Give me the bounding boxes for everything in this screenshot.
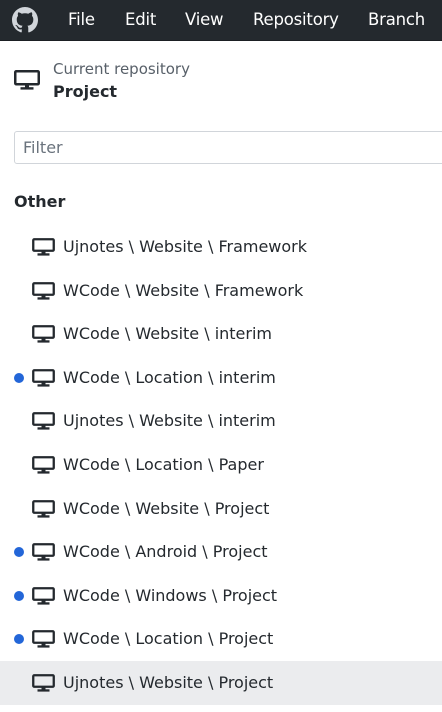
menu-view[interactable]: View — [185, 0, 224, 40]
repository-list-item[interactable]: Ujnotes \ Website \ interim — [0, 399, 442, 443]
repository-label: WCode \ Location \ Paper — [63, 454, 264, 474]
monitor-icon — [14, 70, 40, 90]
repository-label: WCode \ Android \ Project — [63, 542, 268, 562]
filter-input[interactable] — [14, 131, 442, 164]
current-repository-name: Project — [53, 82, 118, 101]
monitor-icon — [32, 238, 55, 256]
repository-label: WCode \ Website \ interim — [63, 324, 272, 344]
repository-list-item[interactable]: WCode \ Website \ interim — [0, 312, 442, 356]
monitor-icon — [32, 281, 55, 300]
menu-file[interactable]: File — [68, 0, 95, 40]
repository-label: Ujnotes \ Website \ interim — [63, 411, 276, 431]
section-heading-other: Other — [14, 192, 66, 211]
menu-branch[interactable]: Branch — [368, 0, 425, 40]
repository-list-item[interactable]: WCode \ Android \ Project — [0, 530, 442, 574]
monitor-icon — [32, 630, 55, 648]
changes-indicator-dot — [14, 372, 24, 383]
changes-indicator-dot — [14, 634, 24, 645]
repository-list-item[interactable]: WCode \ Location \ interim — [0, 356, 442, 400]
monitor-icon — [32, 499, 55, 518]
repository-label: WCode \ Website \ Project — [63, 498, 270, 518]
repository-list-item[interactable]: Ujnotes \ Website \ Framework — [0, 225, 442, 269]
repository-list-item[interactable]: WCode \ Website \ Project — [0, 487, 442, 531]
menu-bar: File Edit View Repository Branch — [0, 0, 442, 41]
repository-list-item[interactable]: WCode \ Location \ Project — [0, 617, 442, 661]
monitor-icon — [32, 325, 55, 343]
monitor-icon — [32, 412, 55, 430]
repository-list-item[interactable]: Ujnotes \ Website \ Project — [0, 660, 442, 705]
monitor-icon — [32, 543, 55, 561]
monitor-icon — [32, 456, 55, 474]
repository-list-item[interactable]: WCode \ Location \ Paper — [0, 443, 442, 487]
github-logo-icon[interactable] — [12, 7, 38, 33]
repository-label: WCode \ Location \ interim — [63, 367, 276, 387]
menu-repository[interactable]: Repository — [253, 0, 339, 40]
repository-label: WCode \ Website \ Framework — [63, 280, 304, 300]
repository-label: Ujnotes \ Website \ Project — [63, 672, 274, 692]
monitor-icon — [32, 368, 55, 387]
repository-list-item[interactable]: WCode \ Website \ Framework — [0, 269, 442, 313]
repository-label: WCode \ Windows \ Project — [63, 585, 278, 605]
menu-edit[interactable]: Edit — [125, 0, 156, 40]
current-repository-button[interactable]: Current repository Project — [0, 41, 442, 119]
repository-label: Ujnotes \ Website \ Framework — [63, 237, 308, 256]
repository-list-item[interactable]: WCode \ Windows \ Project — [0, 574, 442, 618]
monitor-icon — [32, 674, 55, 692]
changes-indicator-dot — [14, 547, 24, 558]
monitor-icon — [32, 586, 55, 605]
repository-label: WCode \ Location \ Project — [63, 629, 274, 649]
repository-list: Ujnotes \ Website \ Framework WCode \ Web… — [0, 225, 442, 705]
changes-indicator-dot — [14, 590, 24, 601]
current-repository-caption: Current repository — [53, 60, 190, 78]
